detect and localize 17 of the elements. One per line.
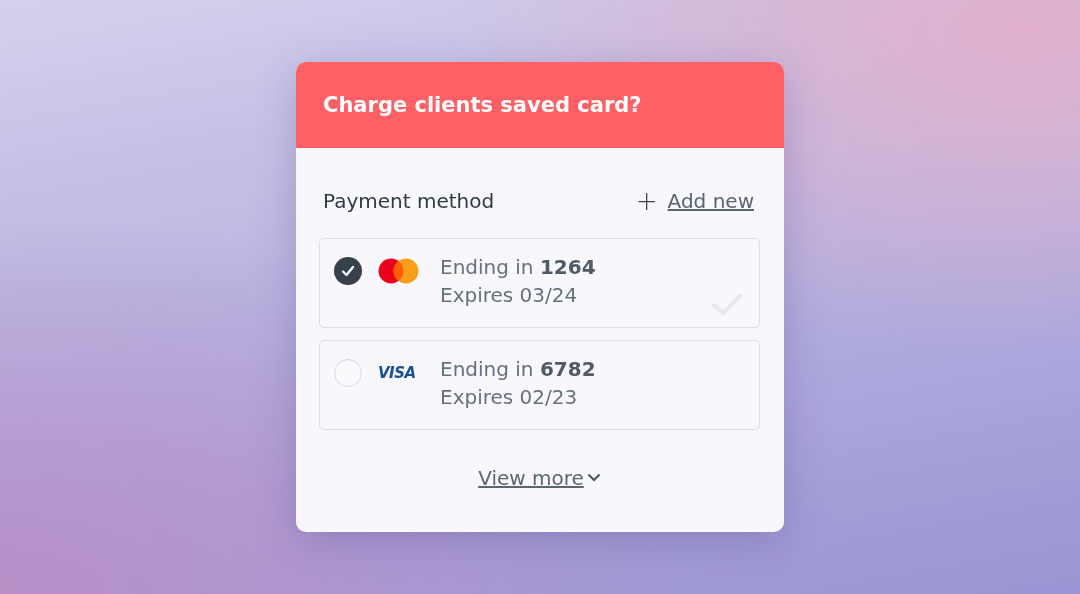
checkmark-icon	[341, 265, 355, 277]
add-new-link[interactable]: Add new	[667, 189, 754, 213]
radio-button[interactable]	[334, 257, 362, 285]
radio-button[interactable]	[334, 359, 362, 387]
card-logo-icon	[378, 258, 420, 284]
dialog-title: Charge clients saved card?	[323, 93, 642, 117]
chevron-down-icon[interactable]	[586, 473, 601, 483]
plus-icon[interactable]: +	[635, 188, 658, 214]
payment-card-option[interactable]: Ending in 1264 Expires 03/24	[319, 238, 760, 328]
card-expiry: Expires 03/24	[440, 283, 579, 307]
card-ending: Ending in 6782	[440, 357, 596, 381]
payment-card-option[interactable]: VISA Ending in 6782 Expires 02/23	[319, 340, 760, 430]
card-expiry: Expires 02/23	[440, 385, 579, 409]
section-label: Payment method	[323, 189, 495, 213]
view-more-link[interactable]: View more	[478, 466, 584, 490]
card-ending: Ending in 1264	[440, 255, 596, 279]
card-logo: VISA	[378, 364, 416, 382]
